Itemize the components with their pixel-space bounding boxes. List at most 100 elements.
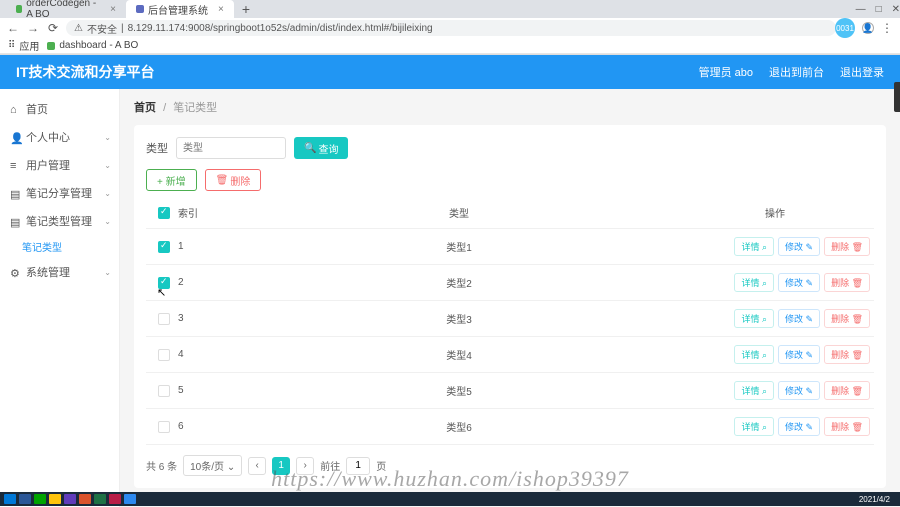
content-panel: 类型 🔍 查询 + 新增 🗑 删除 索引 类型 操作 1类 — [134, 125, 886, 488]
goto-page-input[interactable] — [346, 457, 370, 475]
row-delete-button[interactable]: 删除 🗑 — [824, 237, 870, 256]
task-icon[interactable] — [49, 494, 61, 504]
row-delete-button[interactable]: 删除 🗑 — [824, 345, 870, 364]
browser-tab[interactable]: orderCodegen - A BO × — [6, 0, 126, 18]
table-row: 6类型6详情 ⌕修改 ✎删除 🗑 — [146, 409, 874, 445]
menu-icon[interactable]: ⋮ — [880, 21, 894, 35]
prev-page-button[interactable]: ‹ — [248, 457, 266, 475]
row-delete-button[interactable]: 删除 🗑 — [824, 381, 870, 400]
sidebar-item-users[interactable]: ≡ 用户管理 ⌄ — [0, 151, 119, 179]
edit-button[interactable]: 修改 ✎ — [778, 345, 820, 364]
bookmark-item[interactable]: dashboard - A BO — [47, 40, 138, 51]
user-icon: 👤 — [10, 132, 20, 142]
total-label: 共 6 条 — [146, 458, 177, 473]
delete-button[interactable]: 🗑 删除 — [205, 169, 262, 191]
sidebar-item-system[interactable]: ⚙ 系统管理 ⌄ — [0, 258, 119, 286]
sidebar-label: 系统管理 — [26, 264, 70, 280]
browser-chrome: orderCodegen - A BO × 后台管理系统 × + — □ ✕ ←… — [0, 0, 900, 55]
main-content: 首页 / 笔记类型 类型 🔍 查询 + 新增 🗑 删除 — [120, 89, 900, 507]
maximize-icon[interactable]: □ — [876, 4, 882, 15]
breadcrumb-home[interactable]: 首页 — [134, 102, 156, 114]
sidebar-item-notetype[interactable]: ▤ 笔记类型管理 ⌄ — [0, 207, 119, 235]
page-size-select[interactable]: 10条/页 ⌄ — [183, 455, 242, 476]
page-number-button[interactable]: 1 — [272, 457, 290, 475]
view-button[interactable]: 详情 ⌕ — [734, 345, 774, 364]
logout-link[interactable]: 退出登录 — [840, 64, 884, 80]
view-button[interactable]: 详情 ⌕ — [734, 237, 774, 256]
reload-button[interactable]: ⟳ — [46, 21, 60, 35]
apps-button[interactable]: ⠿ 应用 — [8, 38, 39, 53]
pagination: 共 6 条 10条/页 ⌄ ‹ 1 › 前往 页 — [146, 455, 874, 476]
close-window-icon[interactable]: ✕ — [892, 4, 900, 15]
sidebar-label: 用户管理 — [26, 157, 70, 173]
close-icon[interactable]: × — [110, 4, 116, 15]
view-button[interactable]: 详情 ⌕ — [734, 273, 774, 292]
profile-icon[interactable]: 👤 — [862, 22, 874, 34]
sidebar-item-home[interactable]: ⌂ 首页 — [0, 95, 119, 123]
edit-button[interactable]: 修改 ✎ — [778, 273, 820, 292]
tab-bar: orderCodegen - A BO × 后台管理系统 × + — □ ✕ — [0, 0, 900, 18]
view-button[interactable]: 详情 ⌕ — [734, 381, 774, 400]
row-delete-button[interactable]: 删除 🗑 — [824, 273, 870, 292]
task-icon[interactable] — [109, 494, 121, 504]
search-button[interactable]: 🔍 查询 — [294, 137, 348, 159]
row-checkbox[interactable] — [158, 349, 170, 361]
chevron-down-icon: ⌄ — [104, 133, 111, 142]
extension-badge[interactable]: 0031 — [835, 18, 855, 38]
task-icon[interactable] — [19, 494, 31, 504]
apps-icon: ⠿ — [8, 40, 15, 51]
sidebar-item-notes[interactable]: ▤ 笔记分享管理 ⌄ — [0, 179, 119, 207]
app-title: IT技术交流和分享平台 — [16, 62, 154, 82]
row-delete-button[interactable]: 删除 🗑 — [824, 309, 870, 328]
close-icon[interactable]: × — [218, 4, 224, 15]
frontend-link[interactable]: 退出到前台 — [769, 64, 824, 80]
task-icon[interactable] — [64, 494, 76, 504]
apps-label: 应用 — [19, 38, 39, 53]
taskbar-date[interactable]: 2021/4/2 — [859, 495, 896, 504]
task-icon[interactable] — [34, 494, 46, 504]
edit-button[interactable]: 修改 ✎ — [778, 417, 820, 436]
row-index: 3 — [178, 313, 238, 324]
edit-button[interactable]: 修改 ✎ — [778, 309, 820, 328]
task-icon[interactable] — [94, 494, 106, 504]
select-all-checkbox[interactable] — [158, 207, 170, 219]
browser-tab-active[interactable]: 后台管理系统 × — [126, 0, 234, 18]
admin-label[interactable]: 管理员 abo — [699, 64, 753, 80]
tab-title: orderCodegen - A BO — [26, 0, 100, 20]
sidebar-label: 笔记分享管理 — [26, 185, 92, 201]
row-checkbox[interactable] — [158, 241, 170, 253]
minimize-icon[interactable]: — — [856, 4, 866, 15]
row-checkbox[interactable] — [158, 385, 170, 397]
row-index: 4 — [178, 349, 238, 360]
edit-button[interactable]: 修改 ✎ — [778, 237, 820, 256]
favicon-icon — [136, 5, 144, 13]
row-checkbox[interactable] — [158, 277, 170, 289]
url-input[interactable]: ⚠ 不安全 | 8.129.11.174:9008/springboot1o52… — [66, 20, 836, 36]
row-checkbox[interactable] — [158, 421, 170, 433]
address-bar: ← → ⟳ ⚠ 不安全 | 8.129.11.174:9008/springbo… — [0, 18, 900, 38]
col-ops-header: 操作 — [680, 205, 870, 220]
delete-label: 删除 — [230, 173, 250, 188]
row-delete-button[interactable]: 删除 🗑 — [824, 417, 870, 436]
insecure-icon: ⚠ — [74, 23, 83, 34]
side-handle[interactable] — [894, 82, 900, 112]
start-icon[interactable] — [4, 494, 16, 504]
new-tab-button[interactable]: + — [234, 1, 258, 17]
row-checkbox[interactable] — [158, 313, 170, 325]
view-button[interactable]: 详情 ⌕ — [734, 417, 774, 436]
sidebar-item-profile[interactable]: 👤 个人中心 ⌄ — [0, 123, 119, 151]
chevron-down-icon: ⌄ — [104, 268, 111, 277]
view-button[interactable]: 详情 ⌕ — [734, 309, 774, 328]
add-button[interactable]: + 新增 — [146, 169, 197, 191]
task-icon[interactable] — [79, 494, 91, 504]
task-icon[interactable] — [124, 494, 136, 504]
type-filter-input[interactable] — [176, 137, 286, 159]
url-text: 8.129.11.174:9008/springboot1o52s/admin/… — [128, 23, 433, 34]
sidebar-sub-notetype[interactable]: 笔记类型 — [0, 235, 119, 258]
back-button[interactable]: ← — [6, 21, 20, 35]
forward-button[interactable]: → — [26, 21, 40, 35]
table-row: 4类型4详情 ⌕修改 ✎删除 🗑 — [146, 337, 874, 373]
next-page-button[interactable]: › — [296, 457, 314, 475]
list-icon: ≡ — [10, 160, 20, 170]
edit-button[interactable]: 修改 ✎ — [778, 381, 820, 400]
